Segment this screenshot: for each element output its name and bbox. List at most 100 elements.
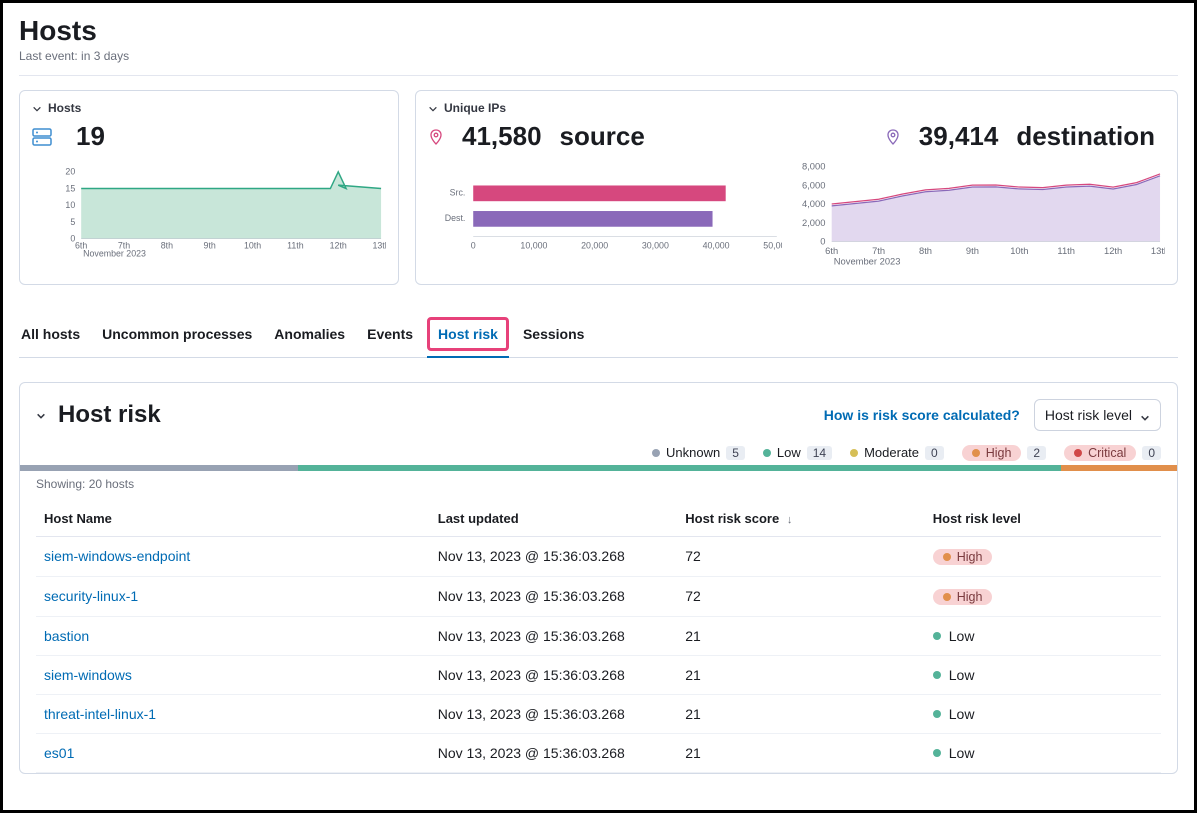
risk-help-link[interactable]: How is risk score calculated?: [824, 407, 1020, 423]
host-risk-level-select[interactable]: Host risk level: [1034, 399, 1161, 431]
legend-count: 5: [726, 446, 745, 460]
host-link[interactable]: siem-windows: [44, 667, 132, 683]
svg-text:November 2023: November 2023: [83, 248, 146, 258]
col-host-name[interactable]: Host Name: [36, 501, 430, 537]
risk-distribution-bar: [20, 465, 1177, 471]
tab-all hosts[interactable]: All hosts: [21, 316, 80, 354]
svg-text:15: 15: [65, 183, 75, 193]
dest-label: destination: [1016, 121, 1155, 152]
progress-segment: [20, 465, 298, 471]
chevron-down-icon[interactable]: [428, 103, 438, 113]
risk-level-badge: High: [933, 589, 993, 605]
page-title: Hosts: [19, 15, 1178, 47]
last-updated: Nov 13, 2023 @ 15:36:03.268: [430, 616, 678, 655]
legend-count: 2: [1027, 446, 1046, 460]
server-icon: [32, 127, 52, 147]
host-link[interactable]: es01: [44, 745, 74, 761]
risk-score: 21: [677, 616, 925, 655]
host-link[interactable]: security-linux-1: [44, 588, 138, 604]
hosts-card-label: Hosts: [48, 101, 81, 115]
select-label: Host risk level: [1045, 407, 1132, 423]
tab-events[interactable]: Events: [367, 316, 413, 354]
map-pin-icon: [428, 129, 444, 145]
legend-item[interactable]: High 2: [962, 445, 1046, 461]
svg-text:20,000: 20,000: [581, 240, 608, 250]
legend-pill: High: [962, 445, 1022, 461]
risk-score: 21: [677, 733, 925, 772]
svg-text:6,000: 6,000: [802, 180, 825, 190]
source-label: source: [560, 121, 645, 152]
legend-item[interactable]: Critical 0: [1064, 445, 1161, 461]
legend-item[interactable]: Moderate 0: [850, 445, 944, 460]
sort-down-icon: ↓: [787, 514, 793, 526]
svg-text:10,000: 10,000: [520, 240, 547, 250]
legend-label: Moderate: [864, 445, 919, 460]
chevron-down-icon[interactable]: [36, 408, 50, 422]
tab-host risk[interactable]: Host risk: [435, 313, 501, 357]
tab-uncommon processes[interactable]: Uncommon processes: [102, 316, 252, 354]
chevron-down-icon[interactable]: [32, 103, 42, 113]
legend-dot: [850, 449, 858, 457]
svg-text:13th: 13th: [1151, 246, 1165, 256]
risk-level: Low: [933, 706, 1153, 722]
svg-text:13th: 13th: [372, 240, 386, 250]
risk-level: Low: [933, 628, 1153, 644]
risk-score: 72: [677, 536, 925, 576]
last-updated: Nov 13, 2023 @ 15:36:03.268: [430, 694, 678, 733]
legend-count: 0: [1142, 446, 1161, 460]
col-risk-level[interactable]: Host risk level: [925, 501, 1161, 537]
unique-ips-card: Unique IPs 41,580 source 39,414 destinat…: [415, 90, 1178, 285]
hosts-sparkline: 05101520 6th7th8th9th10th11th12th13th No…: [32, 160, 386, 258]
host-link[interactable]: threat-intel-linux-1: [44, 706, 156, 722]
host-risk-title: Host risk: [58, 401, 161, 429]
risk-level: Low: [933, 745, 1153, 761]
last-updated: Nov 13, 2023 @ 15:36:03.268: [430, 576, 678, 616]
svg-text:9th: 9th: [204, 240, 216, 250]
legend-label: Low: [777, 445, 801, 460]
hosts-card: Hosts 19 05101520 6th7th8th9th10th11th12…: [19, 90, 399, 285]
svg-text:11th: 11th: [1057, 246, 1075, 256]
tab-anomalies[interactable]: Anomalies: [274, 316, 345, 354]
svg-text:10: 10: [65, 200, 75, 210]
legend-item[interactable]: Unknown5: [652, 445, 745, 460]
legend-count: 14: [807, 446, 832, 460]
legend-pill: Critical: [1064, 445, 1136, 461]
host-link[interactable]: bastion: [44, 628, 89, 644]
svg-text:30,000: 30,000: [642, 240, 669, 250]
risk-score: 21: [677, 655, 925, 694]
col-last-updated[interactable]: Last updated: [430, 501, 678, 537]
svg-text:11th: 11th: [287, 240, 304, 250]
col-risk-score-label: Host risk score: [685, 511, 779, 526]
svg-text:4,000: 4,000: [802, 199, 825, 209]
legend-count: 0: [925, 446, 944, 460]
svg-text:12th: 12th: [1104, 246, 1122, 256]
table-row: security-linux-1 Nov 13, 2023 @ 15:36:03.…: [36, 576, 1161, 616]
last-updated: Nov 13, 2023 @ 15:36:03.268: [430, 733, 678, 772]
legend-dot: [763, 449, 771, 457]
col-risk-score[interactable]: Host risk score ↓: [677, 501, 925, 537]
svg-text:8th: 8th: [161, 240, 173, 250]
svg-text:8,000: 8,000: [802, 162, 825, 172]
host-risk-table: Host Name Last updated Host risk score ↓…: [36, 501, 1161, 773]
tab-sessions[interactable]: Sessions: [523, 316, 584, 354]
svg-text:40,000: 40,000: [703, 240, 730, 250]
last-updated: Nov 13, 2023 @ 15:36:03.268: [430, 536, 678, 576]
svg-text:0: 0: [471, 240, 476, 250]
source-ips-count: 41,580: [462, 121, 542, 152]
svg-text:6th: 6th: [825, 246, 838, 256]
legend-item[interactable]: Low 14: [763, 445, 832, 460]
table-row: es01 Nov 13, 2023 @ 15:36:03.26821 Low: [36, 733, 1161, 772]
svg-text:Dest.: Dest.: [445, 213, 466, 223]
progress-segment: [298, 465, 1062, 471]
table-row: siem-windowsNov 13, 2023 @ 15:36:03.2682…: [36, 655, 1161, 694]
svg-text:November 2023: November 2023: [834, 256, 901, 266]
progress-segment: [1061, 465, 1177, 471]
svg-text:12th: 12th: [330, 240, 347, 250]
table-row: bastion Nov 13, 2023 @ 15:36:03.26821 Low: [36, 616, 1161, 655]
svg-text:50,000: 50,000: [763, 240, 781, 250]
svg-text:20: 20: [65, 167, 75, 177]
host-link[interactable]: siem-windows-endpoint: [44, 548, 190, 564]
risk-level-badge: High: [933, 549, 993, 565]
table-row: threat-intel-linux-1 Nov 13, 2023 @ 15:36…: [36, 694, 1161, 733]
tabs-bar: All hosts Uncommon processes Anomalies Even…: [19, 313, 1178, 358]
